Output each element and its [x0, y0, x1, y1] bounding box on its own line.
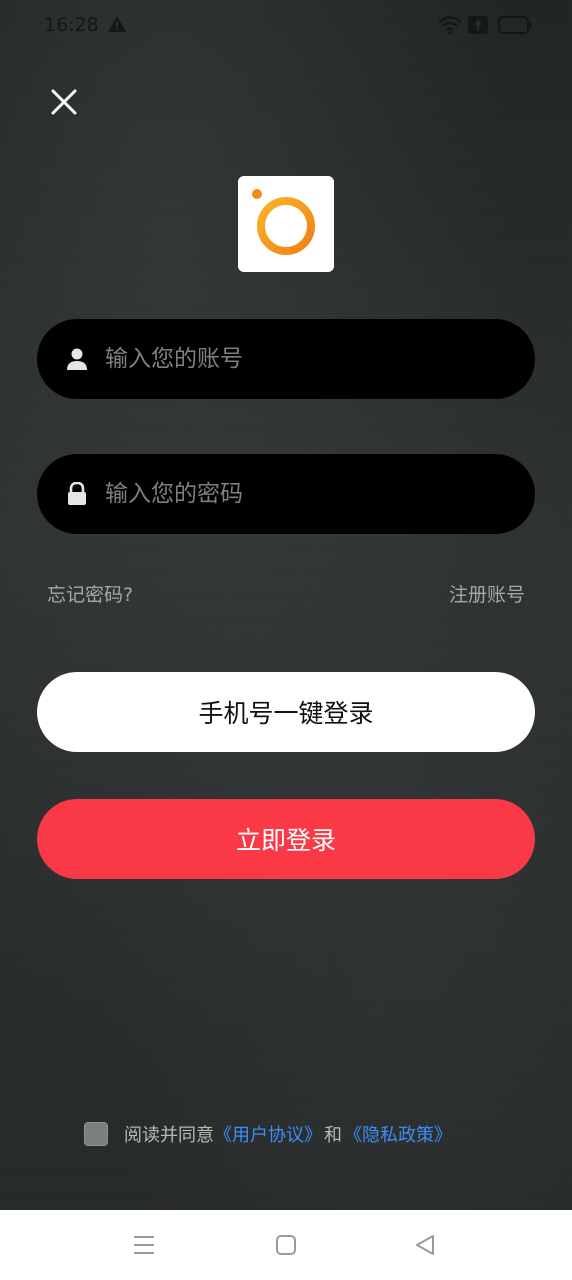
- account-input[interactable]: [105, 319, 505, 399]
- battery-icon: [498, 16, 532, 34]
- password-input[interactable]: [105, 454, 505, 534]
- back-icon[interactable]: [413, 1232, 437, 1258]
- login-button[interactable]: 立即登录: [37, 799, 535, 879]
- privacy-policy-link[interactable]: 《隐私政策》: [344, 1121, 452, 1147]
- agreement-prefix: 阅读并同意: [124, 1125, 214, 1146]
- close-icon: [51, 89, 77, 115]
- menu-icon[interactable]: [131, 1232, 157, 1258]
- lock-icon: [68, 482, 86, 505]
- password-field: [37, 454, 535, 534]
- app-logo-icon: [252, 189, 315, 255]
- app-logo: [238, 176, 334, 272]
- user-agreement-link[interactable]: 《用户协议》: [214, 1121, 322, 1147]
- agreement-row: 阅读并同意 《用户协议》 和 《隐私政策》: [84, 1121, 452, 1147]
- system-nav-bar: [0, 1210, 572, 1280]
- agreement-and: 和: [324, 1125, 342, 1146]
- status-bar: 16:28: [0, 0, 572, 52]
- user-icon: [67, 348, 87, 370]
- home-icon[interactable]: [274, 1232, 298, 1258]
- warning-icon: [108, 16, 126, 32]
- register-account-link[interactable]: 注册账号: [449, 580, 525, 607]
- account-field: [37, 319, 535, 399]
- agreement-checkbox[interactable]: [84, 1122, 108, 1146]
- forgot-password-link[interactable]: 忘记密码?: [47, 580, 133, 607]
- wifi-icon: [438, 16, 462, 35]
- phone-one-click-login-button[interactable]: 手机号一键登录: [37, 672, 535, 752]
- close-button[interactable]: [46, 84, 82, 120]
- status-time: 16:28: [44, 14, 99, 36]
- sim-icon: [468, 16, 488, 34]
